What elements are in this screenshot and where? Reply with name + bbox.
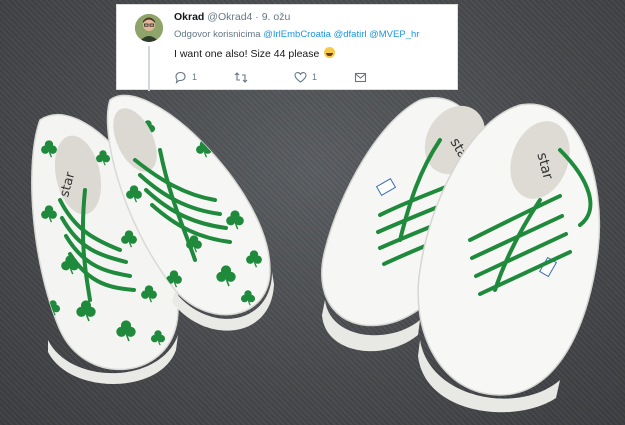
heart-icon bbox=[294, 71, 307, 83]
screenshot-scene: star star star Okrad @Okrad4 · 9. ožu Od… bbox=[0, 0, 625, 425]
like-count: 1 bbox=[312, 72, 318, 82]
mention-link[interactable]: @dfatirl bbox=[334, 29, 367, 40]
reply-button[interactable]: 1 bbox=[174, 69, 197, 85]
handle[interactable]: @Okrad4 bbox=[207, 11, 252, 23]
separator: · bbox=[252, 11, 262, 23]
tweet-date[interactable]: 9. ožu bbox=[262, 11, 291, 23]
reply-context: Odgovor korisnicima @IrlEmbCroatia @dfat… bbox=[174, 29, 419, 40]
tweet-header: Okrad @Okrad4 · 9. ožu bbox=[174, 11, 290, 23]
retweet-button[interactable] bbox=[234, 69, 248, 85]
display-name[interactable]: Okrad bbox=[174, 11, 204, 23]
mention-link[interactable]: @MVEP_hr bbox=[369, 29, 419, 40]
grinning-sweat-face-icon bbox=[324, 47, 336, 58]
tweet-text: I want one also! Size 44 please bbox=[174, 47, 336, 60]
reply-prefix: Odgovor korisnicima bbox=[174, 29, 261, 40]
reply-count: 1 bbox=[192, 72, 198, 82]
reply-icon bbox=[175, 71, 186, 84]
retweet-icon bbox=[234, 71, 248, 83]
direct-message-button[interactable] bbox=[354, 69, 367, 85]
envelope-icon bbox=[354, 72, 367, 82]
thread-line bbox=[148, 46, 150, 91]
tweet-actions: 1 1 bbox=[174, 69, 434, 85]
like-button[interactable]: 1 bbox=[294, 69, 317, 85]
mention-link[interactable]: @IrlEmbCroatia bbox=[263, 29, 331, 40]
tweet-card[interactable]: Okrad @Okrad4 · 9. ožu Odgovor korisnici… bbox=[116, 4, 458, 91]
tweet-body: I want one also! Size 44 please bbox=[174, 48, 320, 60]
avatar[interactable] bbox=[135, 14, 163, 42]
